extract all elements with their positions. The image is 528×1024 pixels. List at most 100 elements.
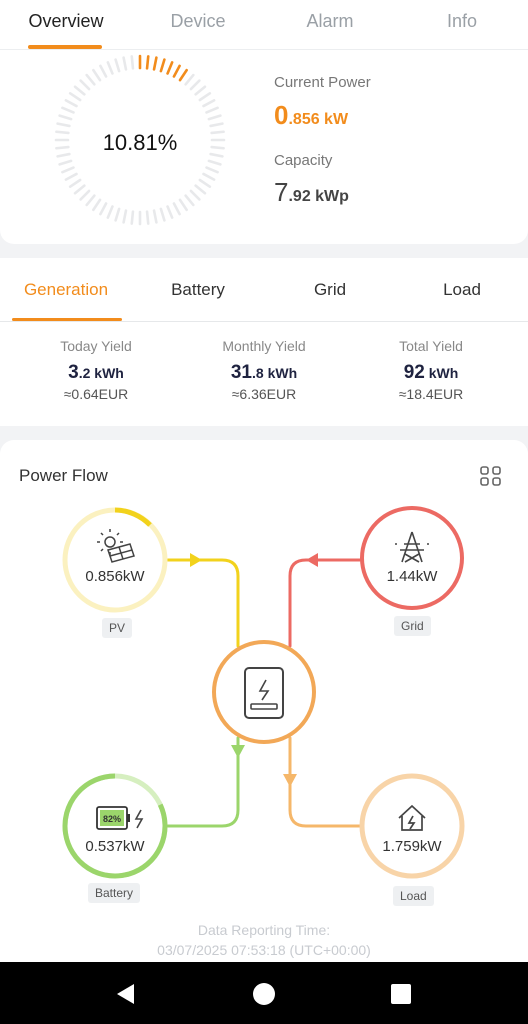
subtab-grid[interactable]: Grid [264,280,396,300]
current-power-value: 0.856 kW [274,100,349,130]
gauge-tick [130,55,135,70]
gauge-tick [85,73,96,86]
current-power-label: Current Power [274,74,371,91]
recents-icon[interactable] [390,983,412,1005]
inverter-node [212,640,316,744]
layout-icon[interactable] [479,464,503,488]
gauge-tick [79,79,91,91]
gauge-tick [184,194,195,207]
gauge-tick [178,68,188,82]
grid-power: 1.44kW [386,568,438,585]
gauge-tick [73,85,86,96]
load-flow-line [288,736,362,828]
tab-overview[interactable]: Overview [0,10,132,40]
power-flow-card: 82% Power Flow 0.856kW PV 1.44kW Grid 0.… [0,440,528,962]
gauge-tick [122,56,128,71]
yield-label: Total Yield [399,338,463,354]
gauge-tick [166,61,174,75]
capacity-value: 7.92 kWp [274,177,349,207]
pv-flow-line [166,558,240,648]
gauge-tick [198,178,212,188]
gauge-tick [207,159,222,166]
yield-eur: ≈0.64EUR [63,386,129,402]
yield-eur: ≈6.36EUR [231,386,297,402]
gauge-tick [73,184,86,195]
monthly-yield: Monthly Yield 31.8 kWh ≈6.36EUR [176,338,352,402]
gauge-tick [205,106,219,114]
gauge-tick [166,205,174,219]
gauge-tick [184,73,195,86]
gauge-tick [172,202,181,216]
gauge-tick [92,198,102,212]
battery-arrow-icon [231,745,245,758]
subtab-generation[interactable]: Generation [0,280,132,300]
gauge-tick [56,122,71,128]
gauge-tick [152,56,158,71]
gauge-tick [99,64,108,78]
capacity-label: Capacity [274,152,333,169]
system-nav-bar [0,962,528,1024]
load-tag: Load [393,886,434,906]
gauge-tick [58,159,73,166]
total-yield: Total Yield 92 kWh ≈18.4EUR [343,338,519,402]
svg-text:82%: 82% [103,814,121,824]
gauge-tick [198,92,212,102]
gauge-tick [209,122,224,128]
yield-label: Monthly Yield [222,338,306,354]
gauge-tick [194,85,207,96]
pv-power: 0.856kW [85,568,145,585]
gauge-tick [68,178,82,188]
yield-label: Today Yield [60,338,132,354]
gauge-tick [68,92,82,102]
gauge-tick [152,209,158,224]
gauge-tick [61,166,75,174]
home-icon[interactable] [252,982,276,1006]
gauge-tick [172,64,181,78]
gauge-tick [114,207,121,222]
grid-tag: Grid [394,616,431,636]
gauge-tick [106,61,114,75]
gauge-tick [92,68,102,82]
tab-device[interactable]: Device [132,10,264,40]
gauge-tick [122,209,128,224]
pv-tag: PV [102,618,133,638]
gauge-tick [189,79,201,91]
today-yield: Today Yield 3.2 kWh ≈0.64EUR [8,338,184,402]
battery-power: 0.537kW [85,838,145,855]
gauge-tick [64,99,78,108]
gauge-tick [145,210,150,225]
power-flow-diagram: 82% [62,506,465,879]
yield-card: Generation Battery Grid Load Today Yield… [0,258,528,426]
gauge-tick [64,172,78,181]
gauge-tick [189,189,201,201]
gauge-tick [145,55,150,70]
load-power: 1.759kW [382,838,442,855]
tab-info[interactable]: Info [396,10,528,40]
gauge-tick [114,58,121,73]
subtab-battery[interactable]: Battery [132,280,264,300]
gauge-tick [130,210,135,225]
gauge-tick [159,58,166,73]
divider [0,321,528,322]
load-arrow-icon [283,774,297,787]
report-label: Data Reporting Time: [197,922,331,938]
grid-flow-line [288,558,362,648]
gauge-tick [61,106,75,114]
gauge-tick [205,166,219,174]
subtab-load[interactable]: Load [396,280,528,300]
yield-value: 31.8 kWh [230,362,298,383]
tab-alarm[interactable]: Alarm [264,10,396,40]
gauge-tick [85,194,96,207]
power-ratio-percent: 10.81% [102,130,178,155]
yield-eur: ≈18.4EUR [398,386,464,402]
gauge-tick [79,189,91,201]
gauge-tick [159,207,166,222]
battery-flow-line [166,736,240,828]
back-icon[interactable] [114,982,138,1006]
overview-card: 10.81% Current Power 0.856 kW Capacity 7… [0,50,528,244]
yield-value: 92 kWh [403,362,459,383]
grid-arrow-icon [306,553,318,567]
gauge-tick [207,114,222,121]
gauge-tick [99,202,108,216]
report-time: 03/07/2025 07:53:18 (UTC+00:00) [157,942,371,958]
